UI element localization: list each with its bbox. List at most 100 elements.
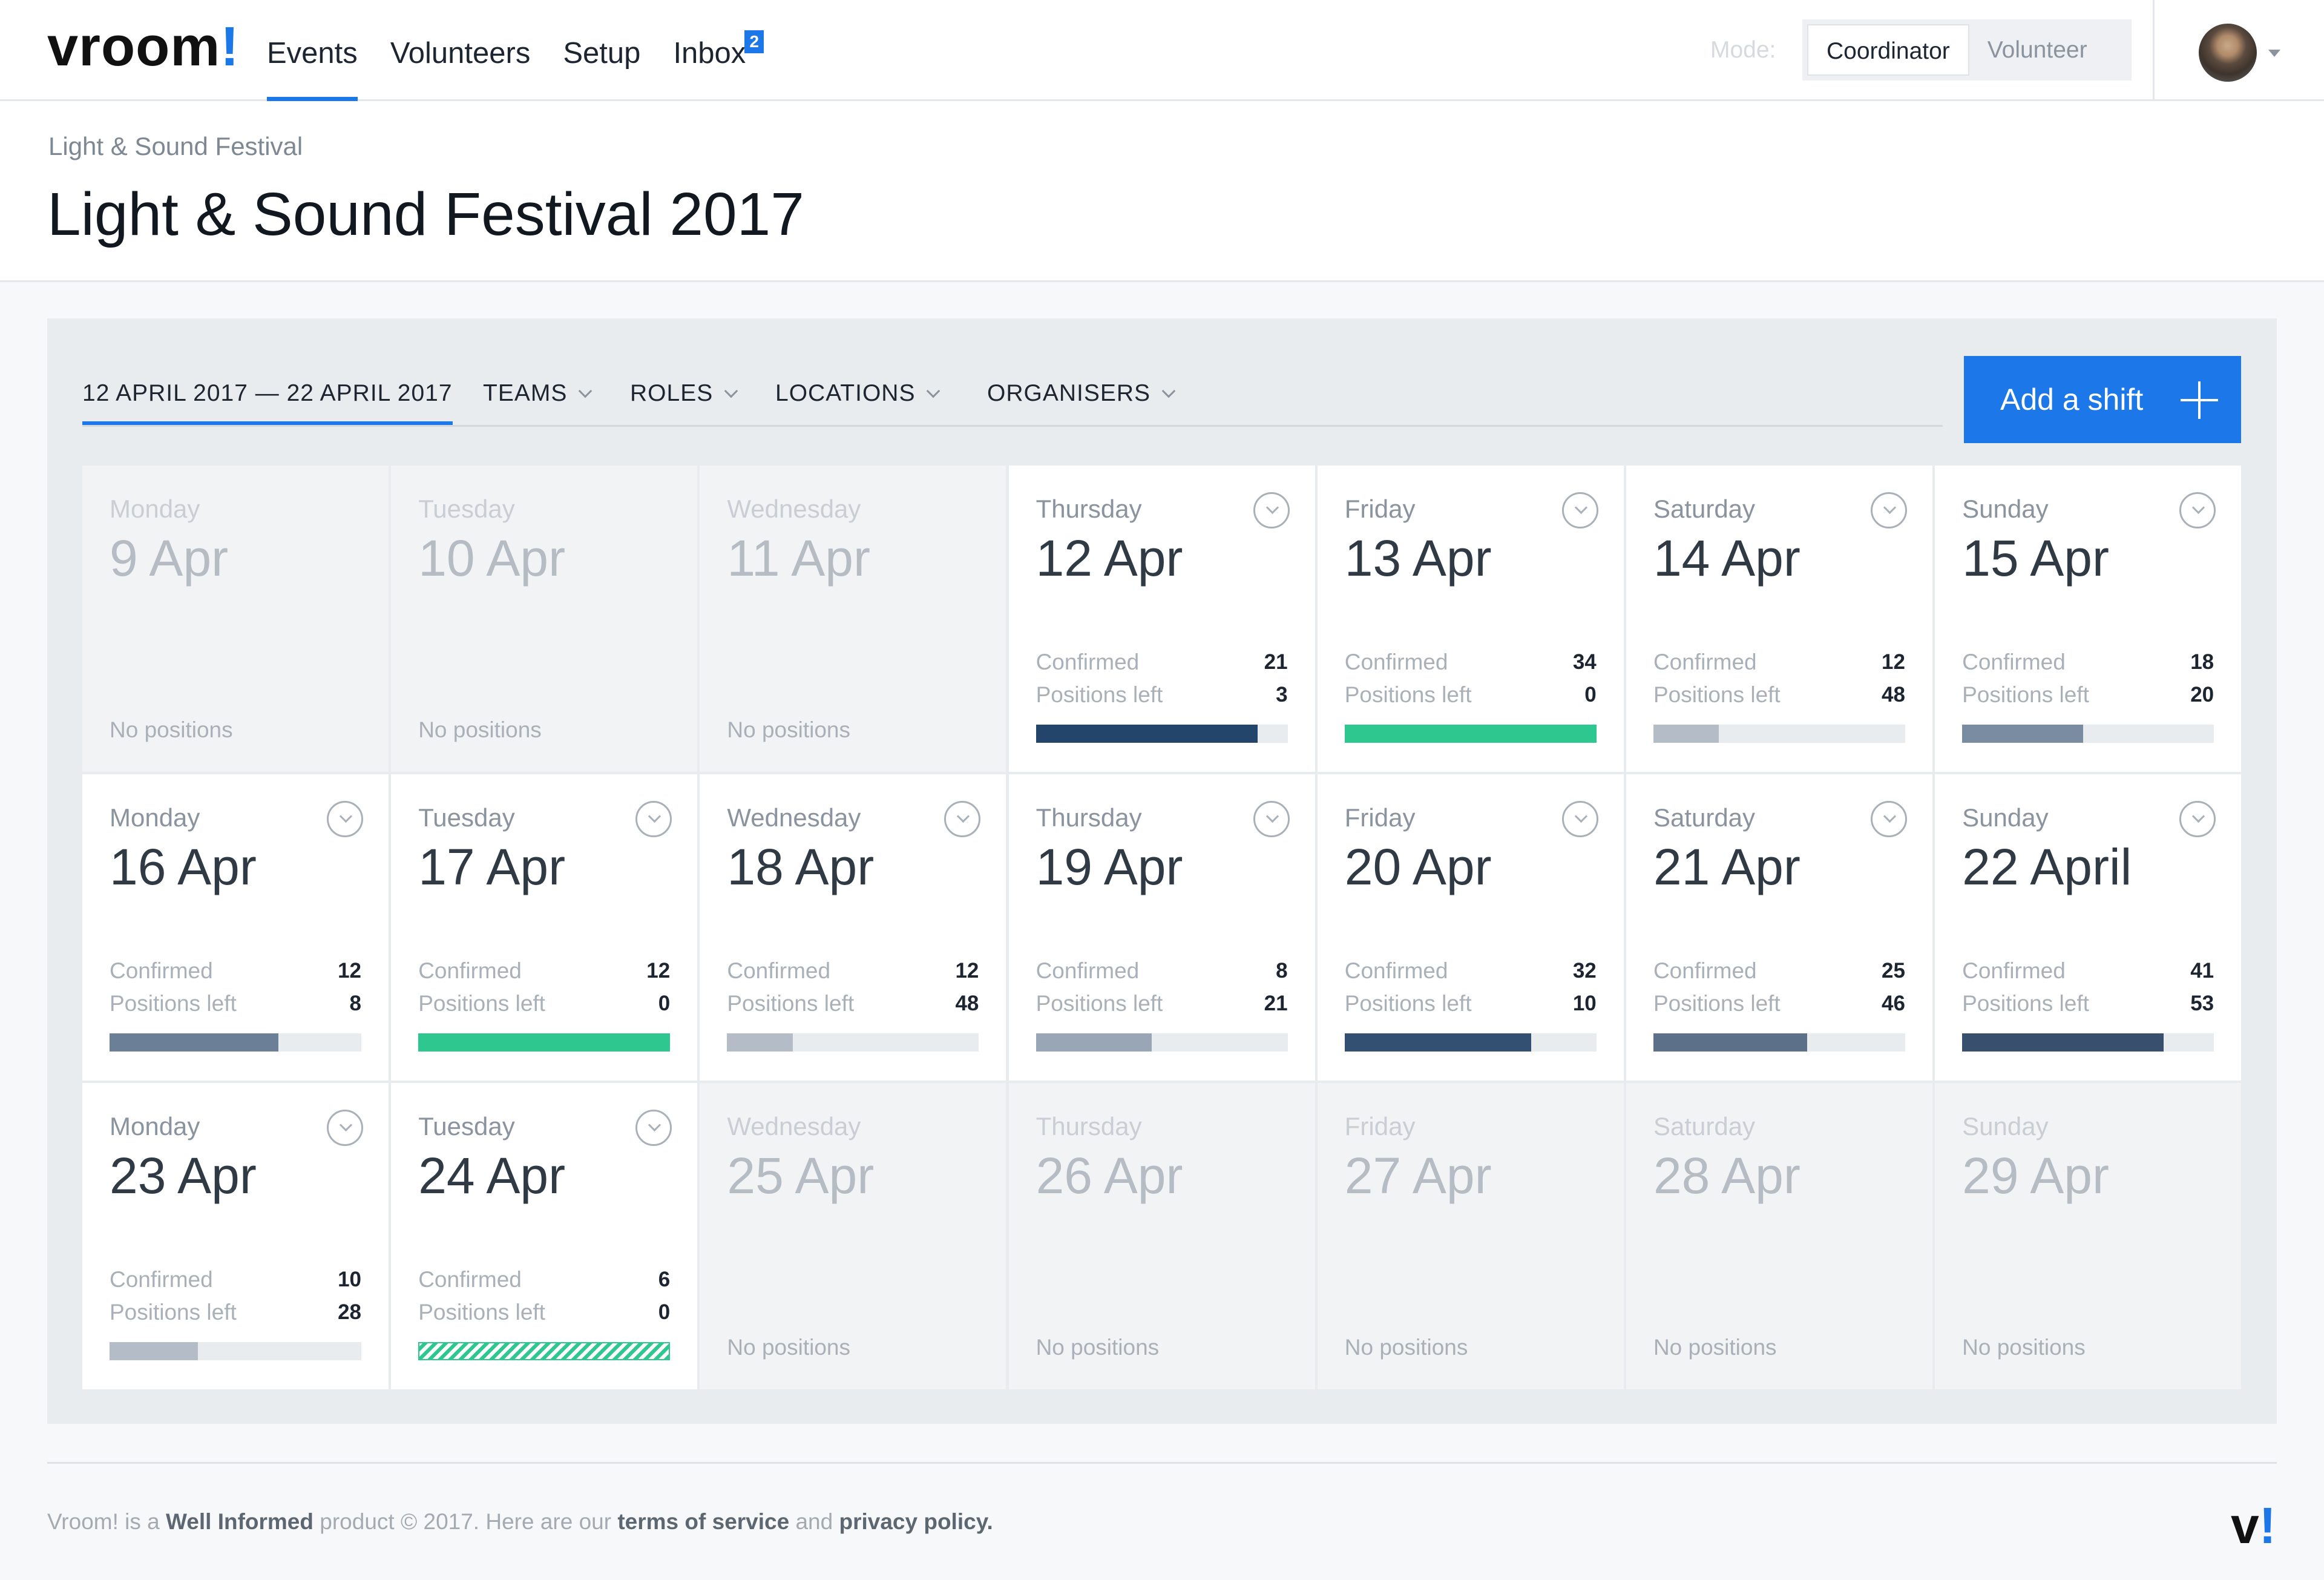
chevron-down-icon[interactable] xyxy=(2268,50,2280,57)
nav-volunteers-label: Volunteers xyxy=(390,37,531,70)
confirmed-value: 21 xyxy=(1264,650,1288,674)
expand-chevron-icon[interactable] xyxy=(635,1110,672,1146)
expand-chevron-icon[interactable] xyxy=(1253,801,1290,837)
positions-left-value: 48 xyxy=(955,992,979,1015)
privacy-link[interactable]: privacy policy xyxy=(839,1509,986,1534)
user-avatar[interactable] xyxy=(2199,24,2257,82)
footer-text-part: product © 2017. Here are our xyxy=(313,1509,618,1534)
date-range-label: 12 APRIL 2017 — 22 APRIL 2017 xyxy=(82,380,453,406)
company-link[interactable]: Well Informed xyxy=(166,1509,313,1534)
expand-chevron-icon[interactable] xyxy=(1870,492,1907,528)
mode-coordinator-button[interactable]: Coordinator xyxy=(1807,24,1969,76)
confirmed-row: Confirmed 8 xyxy=(1036,955,1288,987)
confirmed-label: Confirmed xyxy=(1344,650,1448,674)
logo-mark: ! xyxy=(220,16,240,77)
day-cell[interactable]: Sunday 29 Apr No positions xyxy=(1935,1083,2242,1389)
expand-chevron-icon[interactable] xyxy=(2179,801,2216,837)
day-cell[interactable]: Tuesday 10 Apr No positions xyxy=(391,466,698,772)
expand-chevron-icon[interactable] xyxy=(2179,492,2216,528)
confirmed-value: 18 xyxy=(2190,650,2214,674)
fill-progress-bar xyxy=(1962,1033,2214,1052)
logo-text: vroom xyxy=(47,16,221,77)
positions-left-value: 0 xyxy=(1584,683,1597,706)
confirmed-label: Confirmed xyxy=(110,1267,213,1292)
expand-chevron-icon[interactable] xyxy=(944,801,981,837)
expand-chevron-icon[interactable] xyxy=(1561,801,1598,837)
footer-text-part: and xyxy=(789,1509,839,1534)
vroom-logo[interactable]: vroom! xyxy=(47,13,240,80)
calendar-grid: Monday 9 Apr No positions Tuesday 10 Apr No p… xyxy=(82,466,2242,1389)
fill-progress-bar xyxy=(1344,1033,1597,1052)
day-cell[interactable]: Thursday 12 Apr Confirmed 21 Positions left 3 xyxy=(1008,466,1315,772)
day-cell[interactable]: Thursday 26 Apr No positions xyxy=(1008,1083,1315,1389)
day-cell[interactable]: Sunday 15 Apr Confirmed 18 Positions left 20 xyxy=(1935,466,2242,772)
add-shift-button[interactable]: Add a shift xyxy=(1964,356,2241,443)
day-cell[interactable]: Tuesday 17 Apr Confirmed 12 Positions left 0 xyxy=(391,774,698,1081)
day-name: Monday xyxy=(110,803,200,832)
nav-events[interactable]: Events xyxy=(267,0,358,101)
day-date: 23 Apr xyxy=(110,1147,257,1204)
positions-left-label: Positions left xyxy=(1344,991,1472,1016)
teams-filter[interactable]: TEAMS xyxy=(483,378,592,409)
expand-chevron-icon[interactable] xyxy=(1870,801,1907,837)
fill-progress-bar xyxy=(1344,725,1597,743)
positions-left-row: Positions left 48 xyxy=(1653,679,1905,711)
locations-filter[interactable]: LOCATIONS xyxy=(775,378,940,409)
day-name: Saturday xyxy=(1653,803,1756,832)
day-cell[interactable]: Wednesday 11 Apr No positions xyxy=(700,466,1006,772)
confirmed-value: 6 xyxy=(658,1268,671,1291)
organisers-filter[interactable]: ORGANISERS xyxy=(987,378,1176,409)
confirmed-label: Confirmed xyxy=(110,958,213,983)
nav-setup[interactable]: Setup xyxy=(563,0,640,101)
no-positions-text: No positions xyxy=(1344,1335,1468,1360)
terms-link[interactable]: terms of service xyxy=(617,1509,789,1534)
day-cell[interactable]: Monday 9 Apr No positions xyxy=(82,466,389,772)
day-cell[interactable]: Sunday 22 April Confirmed 41 Positions left 5… xyxy=(1935,774,2242,1081)
day-cell[interactable]: Thursday 19 Apr Confirmed 8 Positions left 21 xyxy=(1008,774,1315,1081)
day-name: Monday xyxy=(110,495,200,523)
expand-chevron-icon[interactable] xyxy=(635,801,672,837)
mode-volunteer-button[interactable]: Volunteer xyxy=(1969,24,2106,76)
roles-filter[interactable]: ROLES xyxy=(630,378,738,409)
nav-inbox[interactable]: Inbox 2 xyxy=(673,0,764,101)
day-cell[interactable]: Saturday 28 Apr No positions xyxy=(1626,1083,1932,1389)
day-cell[interactable]: Wednesday 18 Apr Confirmed 12 Positions left… xyxy=(700,774,1006,1081)
no-positions-text: No positions xyxy=(418,717,542,742)
confirmed-label: Confirmed xyxy=(1653,958,1757,983)
day-cell[interactable]: Monday 23 Apr Confirmed 10 Positions left 28 xyxy=(82,1083,389,1389)
day-cell[interactable]: Friday 20 Apr Confirmed 32 Positions left 10 xyxy=(1317,774,1624,1081)
date-range-filter[interactable]: 12 APRIL 2017 — 22 APRIL 2017 xyxy=(82,378,453,426)
positions-left-value: 3 xyxy=(1276,683,1288,706)
nav-volunteers[interactable]: Volunteers xyxy=(390,0,531,101)
expand-chevron-icon[interactable] xyxy=(327,1110,363,1146)
confirmed-label: Confirmed xyxy=(418,1267,522,1292)
positions-left-value: 8 xyxy=(349,992,361,1015)
day-name: Thursday xyxy=(1036,1112,1142,1141)
breadcrumb[interactable]: Light & Sound Festival xyxy=(48,130,303,163)
day-date: 17 Apr xyxy=(418,838,566,895)
positions-left-label: Positions left xyxy=(110,991,237,1016)
day-cell[interactable]: Wednesday 25 Apr No positions xyxy=(700,1083,1006,1389)
confirmed-row: Confirmed 10 xyxy=(110,1263,361,1296)
day-name: Thursday xyxy=(1036,803,1142,832)
day-cell[interactable]: Saturday 21 Apr Confirmed 25 Positions left 4… xyxy=(1626,774,1932,1081)
day-cell[interactable]: Monday 16 Apr Confirmed 12 Positions left 8 xyxy=(82,774,389,1081)
day-name: Monday xyxy=(110,1112,200,1141)
expand-chevron-icon[interactable] xyxy=(327,801,363,837)
day-cell[interactable]: Tuesday 24 Apr Confirmed 6 Positions left 0 xyxy=(391,1083,698,1389)
schedule-panel: 12 APRIL 2017 — 22 APRIL 2017 TEAMS ROLE… xyxy=(47,318,2277,1424)
no-positions-text: No positions xyxy=(110,717,233,742)
day-name: Friday xyxy=(1344,803,1416,832)
footer-logo[interactable]: v! xyxy=(2231,1495,2276,1556)
day-cell[interactable]: Saturday 14 Apr Confirmed 12 Positions left 4… xyxy=(1626,466,1932,772)
day-cell[interactable]: Friday 27 Apr No positions xyxy=(1317,1083,1624,1389)
positions-left-label: Positions left xyxy=(418,1300,545,1325)
expand-chevron-icon[interactable] xyxy=(1253,492,1290,528)
organisers-filter-label: ORGANISERS xyxy=(987,380,1151,406)
day-cell[interactable]: Friday 13 Apr Confirmed 34 Positions left 0 xyxy=(1317,466,1624,772)
expand-chevron-icon[interactable] xyxy=(1561,492,1598,528)
progress-fill xyxy=(1653,725,1719,743)
day-date: 12 Apr xyxy=(1036,530,1183,587)
footer-divider xyxy=(47,1462,2277,1464)
day-name: Sunday xyxy=(1962,803,2049,832)
